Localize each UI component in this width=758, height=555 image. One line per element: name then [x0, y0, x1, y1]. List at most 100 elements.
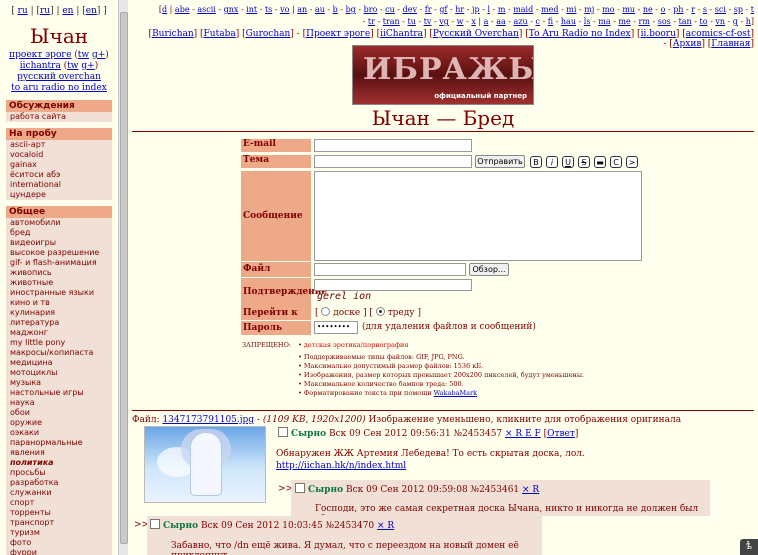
sidebar-board-link[interactable]: настольные игры — [6, 388, 112, 398]
quote-button[interactable]: > — [626, 156, 638, 168]
sidebar-board-link[interactable]: политика — [6, 458, 112, 468]
site-nav-link[interactable]: Проект эроге — [306, 29, 370, 39]
board-nav-link[interactable]: ne — [643, 5, 653, 14]
board-nav-link[interactable]: l — [487, 5, 490, 14]
spoiler-button[interactable]: ▬ — [594, 156, 606, 168]
scrollbar-thumb[interactable] — [120, 12, 128, 544]
strike-button[interactable]: S — [578, 156, 590, 168]
link-iichantra-tw[interactable]: tw — [67, 61, 78, 71]
sidebar-board-link[interactable]: транспорт — [6, 518, 112, 528]
board-nav-link[interactable]: rm — [639, 17, 650, 26]
site-logo-icon[interactable]: ѣ — [740, 539, 758, 555]
sidebar-board-link[interactable]: высокое разрешение — [6, 248, 112, 258]
site-nav-link[interactable]: ii.booru — [641, 29, 676, 39]
sidebar-board-link[interactable]: работа сайта — [6, 112, 112, 122]
sidebar-board-link[interactable]: кулинария — [6, 308, 112, 318]
password-field[interactable]: •••••••• — [314, 321, 358, 334]
site-nav-link[interactable]: iiChantra — [380, 29, 423, 39]
site-nav-link[interactable]: Futaba — [204, 29, 236, 39]
board-nav-link[interactable]: mo — [602, 5, 614, 14]
bold-button[interactable]: B — [530, 156, 542, 168]
sidebar-board-link[interactable]: литература — [6, 318, 112, 328]
sidebar-board-link[interactable]: international — [6, 180, 112, 190]
board-nav-link[interactable]: tr — [368, 17, 375, 26]
board-nav-link[interactable]: ma — [598, 17, 610, 26]
sidebar-section-header[interactable]: На пробу — [6, 128, 112, 140]
board-nav-link[interactable]: dev — [403, 5, 417, 14]
board-nav-link[interactable]: hau — [561, 17, 576, 26]
link-eroge-gplus[interactable]: g+ — [92, 50, 105, 60]
sidebar-board-link[interactable]: спорт — [6, 498, 112, 508]
subject-field[interactable] — [314, 155, 472, 168]
post-number[interactable]: №2453457 — [454, 429, 503, 439]
board-nav-link[interactable]: med — [541, 5, 558, 14]
sidebar-board-link[interactable]: фурри — [6, 548, 112, 555]
site-nav-link[interactable]: Burichan — [152, 29, 194, 39]
scrollbar[interactable] — [118, 0, 128, 555]
board-nav-link[interactable]: sp — [734, 5, 743, 14]
board-nav-link[interactable]: cu — [385, 5, 395, 14]
sidebar-board-link[interactable]: торренты — [6, 508, 112, 518]
lang-ru-alt-link[interactable]: ru — [40, 6, 50, 16]
board-nav-link[interactable]: an — [297, 5, 307, 14]
link-radio[interactable]: to aru radio no index — [11, 83, 107, 93]
board-nav-link[interactable]: s — [703, 5, 707, 14]
site-nav-link[interactable]: Архив — [673, 39, 702, 49]
sidebar-board-link[interactable]: животные — [6, 278, 112, 288]
goto-thread-radio[interactable] — [375, 307, 385, 316]
sidebar-board-link[interactable]: оэкаки — [6, 428, 112, 438]
board-nav-link[interactable]: azu — [514, 17, 528, 26]
sidebar-board-link[interactable]: служанки — [6, 488, 112, 498]
browse-button[interactable]: Обзор... — [469, 263, 509, 276]
board-nav-link[interactable]: bg — [346, 5, 356, 14]
board-nav-link[interactable]: int — [246, 5, 257, 14]
sidebar-board-link[interactable]: кино и тв — [6, 298, 112, 308]
sidebar-board-link[interactable]: маджонг — [6, 328, 112, 338]
sidebar-board-link[interactable]: разработка — [6, 478, 112, 488]
board-nav-link[interactable]: to — [700, 17, 708, 26]
board-nav-link[interactable]: m — [498, 5, 506, 14]
post-number[interactable]: №2453461 — [471, 485, 520, 495]
link-eroge[interactable]: проект эроге — [9, 50, 71, 60]
board-nav-link[interactable]: a — [484, 17, 489, 26]
italic-button[interactable]: i — [546, 156, 558, 168]
board-nav-link[interactable]: t — [751, 5, 754, 14]
thread-image[interactable] — [144, 426, 266, 503]
board-nav-link[interactable]: jp — [472, 5, 480, 14]
board-nav-link[interactable]: fi — [548, 17, 553, 26]
board-nav-link[interactable]: o — [661, 5, 666, 14]
board-nav-link[interactable]: tan — [679, 17, 692, 26]
sidebar-board-link[interactable]: просьбы — [6, 468, 112, 478]
code-button[interactable]: C — [610, 156, 622, 168]
lang-en-link[interactable]: en — [62, 6, 73, 16]
board-nav-link[interactable]: maid — [513, 5, 533, 14]
email-field[interactable] — [314, 139, 472, 152]
sidebar-board-link[interactable]: паранормальные явления — [6, 438, 112, 458]
post-number[interactable]: №2453470 — [326, 521, 375, 531]
board-nav-link[interactable]: au — [315, 5, 325, 14]
board-nav-link[interactable]: tu — [408, 17, 416, 26]
link-iichantra-gplus[interactable]: g+ — [81, 61, 94, 71]
sidebar-board-link[interactable]: наука — [6, 398, 112, 408]
sidebar-board-link[interactable]: gif- и flash-анимация — [6, 258, 112, 268]
site-nav-link[interactable]: Русский Overchan — [433, 29, 519, 39]
board-nav-link[interactable]: g — [733, 17, 738, 26]
reply-link[interactable]: Ответ — [547, 429, 575, 439]
file-path-field[interactable] — [314, 263, 466, 276]
board-nav-link[interactable]: w — [457, 17, 464, 26]
sidebar-board-link[interactable]: живопись — [6, 268, 112, 278]
board-nav-link[interactable]: gf — [439, 5, 447, 14]
sidebar-board-link[interactable]: ascii-арт — [6, 140, 112, 150]
sidebar-board-link[interactable]: ёситоси абэ — [6, 170, 112, 180]
sidebar-section-header[interactable]: Общее — [6, 206, 112, 218]
file-link[interactable]: 1347173791105.jpg — [162, 415, 254, 425]
board-nav-link[interactable]: tv — [424, 17, 432, 26]
captcha-field[interactable] — [314, 279, 472, 291]
xref-link[interactable]: × R E F — [505, 429, 541, 439]
sidebar-board-link[interactable]: бред — [6, 228, 112, 238]
sidebar-board-link[interactable]: медицина — [6, 358, 112, 368]
send-button[interactable]: Отправить — [475, 155, 525, 168]
sidebar-section-header[interactable]: Обсуждения — [6, 100, 112, 112]
board-nav-link[interactable]: tran — [383, 17, 400, 26]
sidebar-board-link[interactable]: цундере — [6, 190, 112, 200]
